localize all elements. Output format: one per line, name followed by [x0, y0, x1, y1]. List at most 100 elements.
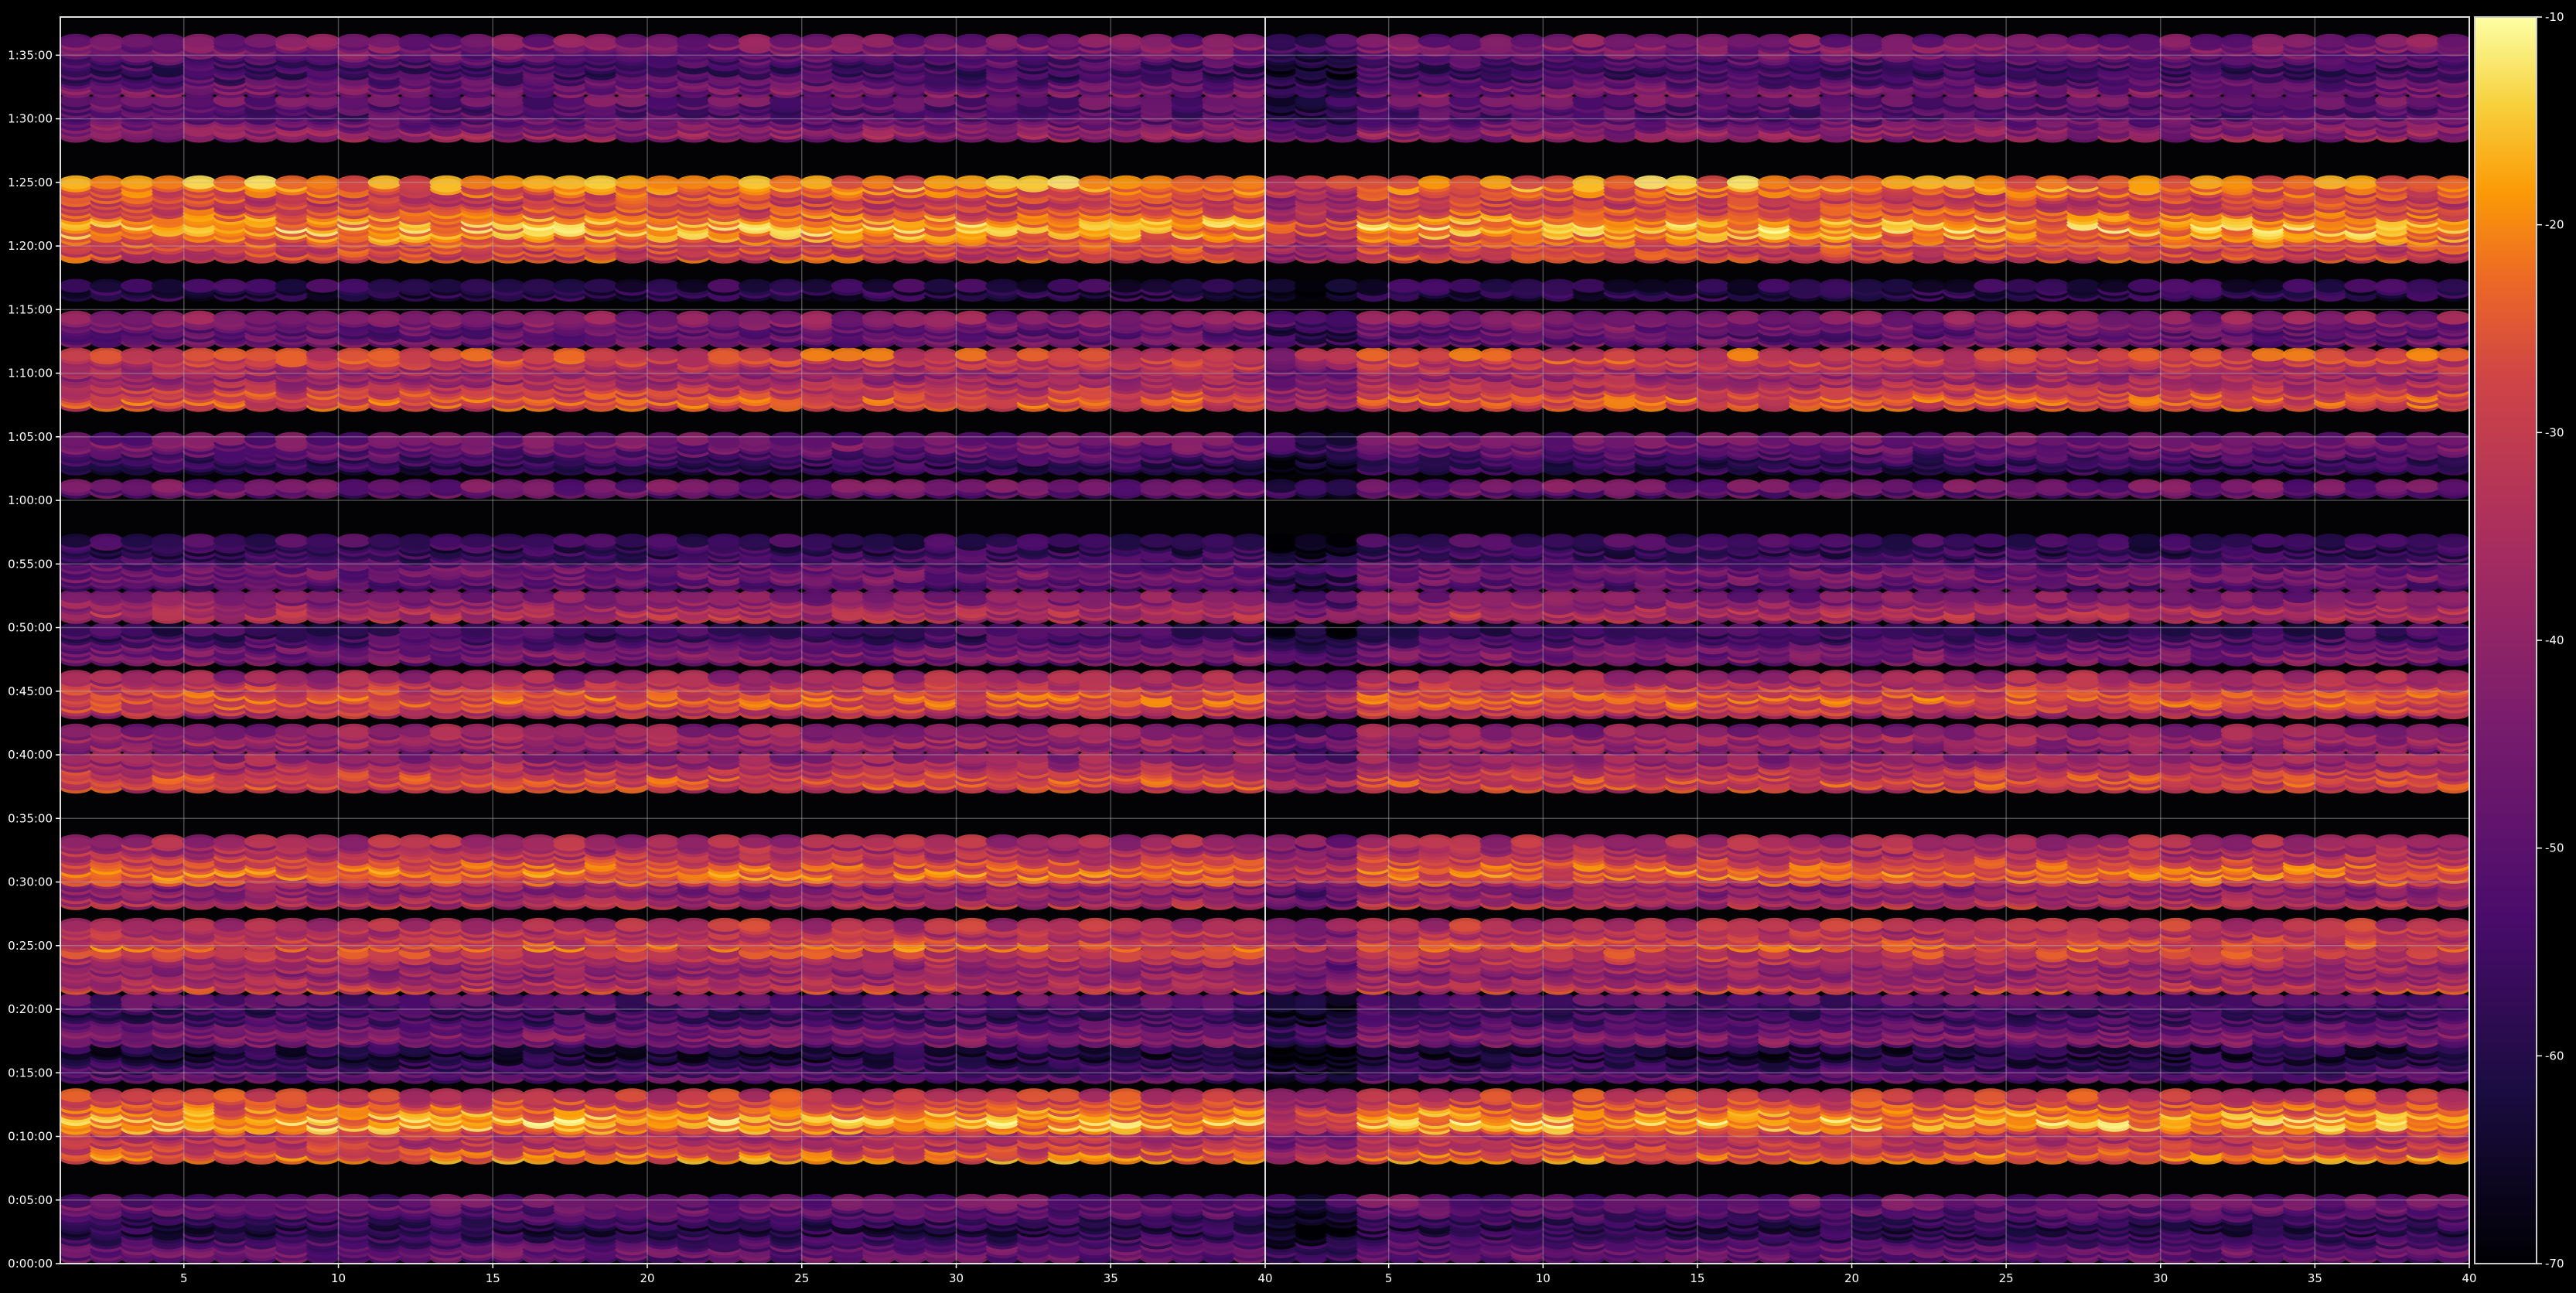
heatmap-cell	[553, 834, 588, 848]
heatmap-cell	[892, 917, 927, 932]
heatmap-cell	[800, 1088, 834, 1103]
heatmap-cell	[923, 917, 958, 932]
heatmap-cell	[1078, 917, 1113, 932]
heatmap-cell	[1109, 834, 1144, 848]
heatmap-cell	[275, 917, 309, 932]
heatmap-cell	[89, 1088, 124, 1103]
heatmap-cell	[676, 1193, 711, 1208]
heatmap-cell	[676, 834, 711, 848]
heatmap-cell	[862, 917, 896, 932]
heatmap-cell	[429, 834, 464, 848]
heatmap-cell	[460, 917, 495, 932]
heatmap-cell	[275, 1088, 309, 1103]
heatmap-cell	[1202, 834, 1237, 848]
heatmap-cell	[244, 1088, 278, 1103]
heatmap-cell	[120, 917, 155, 932]
heatmap-cell	[89, 917, 124, 932]
heatmap-cell	[985, 834, 1020, 848]
heatmap-cell	[738, 917, 773, 932]
heatmap-cell	[182, 834, 217, 848]
heatmap-cell	[275, 1193, 309, 1208]
heatmap-cell	[584, 1193, 619, 1208]
heatmap-cell	[646, 834, 680, 848]
heatmap-cell	[615, 834, 650, 848]
heatmap-cell	[1016, 1088, 1051, 1103]
heatmap-cell	[892, 1193, 927, 1208]
heatmap-cell	[1047, 917, 1082, 932]
heatmap-cell	[1233, 1193, 1265, 1208]
heatmap-cell	[1016, 917, 1051, 932]
heatmap-cell	[491, 1088, 526, 1103]
heatmap-cell	[120, 834, 155, 848]
heatmap-cell	[491, 917, 526, 932]
heatmap-cell	[954, 1088, 989, 1103]
heatmap-cell	[584, 917, 619, 932]
heatmap-cell	[738, 1193, 773, 1208]
heatmap-cell	[522, 1088, 557, 1103]
heatmap-cell	[398, 1193, 433, 1208]
heatmap-cell	[213, 917, 247, 932]
heatmap-cell	[831, 917, 865, 932]
heatmap-cell	[367, 1088, 402, 1103]
heatmap-cell	[584, 834, 619, 848]
heatmap-cell	[769, 1088, 804, 1103]
heatmap-cell	[367, 917, 402, 932]
heatmap-cell	[676, 1088, 711, 1103]
heatmap-cell	[646, 1193, 680, 1208]
heatmap-cell	[151, 1193, 186, 1208]
heatmap-cell	[460, 834, 495, 848]
heatmap-cell	[182, 1193, 217, 1208]
heatmap-panels: 5 10 15 20 25 30 35 40 5 10 15 20 25 30 35 40	[60, 16, 2477, 1285]
heatmap-cell	[1078, 1088, 1113, 1103]
heatmap-cell	[1047, 1193, 1082, 1208]
heatmap-cell	[769, 1193, 804, 1208]
heatmap-cell	[213, 1193, 247, 1208]
heatmap-cell	[305, 917, 340, 932]
heatmap-cell	[1202, 917, 1237, 932]
heatmap-cell	[1078, 834, 1113, 848]
heatmap-cell	[892, 834, 927, 848]
heatmap-cell	[491, 1193, 526, 1208]
heatmap-cell	[862, 834, 896, 848]
heatmap-cell	[676, 917, 711, 932]
heatmap-cell	[923, 1193, 958, 1208]
heatmap-cell	[151, 834, 186, 848]
heatmap-cell	[831, 834, 865, 848]
heatmap-cell	[305, 834, 340, 848]
heatmap-cell	[1109, 1088, 1144, 1103]
heatmap-cell	[862, 1193, 896, 1208]
heatmap-cell	[615, 1088, 650, 1103]
heatmap-cell	[1140, 917, 1175, 932]
heatmap-cell	[367, 834, 402, 848]
heatmap-cell	[892, 1088, 927, 1103]
heatmap-cell	[800, 1193, 834, 1208]
heatmap-cell	[244, 1193, 278, 1208]
heatmap-cell	[1233, 834, 1265, 848]
heatmap-cell	[954, 834, 989, 848]
heatmap-cell	[244, 834, 278, 848]
heatmap-cell	[1078, 1193, 1113, 1208]
heatmap-cell	[800, 917, 834, 932]
heatmap-cell	[831, 1193, 865, 1208]
heatmap-cell	[954, 917, 989, 932]
heatmap-cell	[1171, 834, 1206, 848]
heatmap-cell	[213, 834, 247, 848]
heatmap-cell	[738, 834, 773, 848]
heatmap-cell	[120, 1193, 155, 1208]
heatmap-cell	[707, 917, 742, 932]
heatmap-cell	[646, 917, 680, 932]
heatmap-cell	[800, 834, 834, 848]
heatmap-cell	[707, 1193, 742, 1208]
heatmap-cell	[1171, 917, 1206, 932]
heatmap-cell	[707, 834, 742, 848]
heatmap-cell	[1140, 1193, 1175, 1208]
heatmap-cell	[769, 834, 804, 848]
heatmap-cell	[954, 1193, 989, 1208]
heatmap-cell	[398, 917, 433, 932]
heatmap-cell	[584, 1088, 619, 1103]
heatmap-cell	[60, 917, 93, 932]
heatmap-cell	[1109, 1193, 1144, 1208]
panel-left-cells	[60, 33, 1265, 1264]
heatmap-cell	[738, 1088, 773, 1103]
heatmap-cell	[1140, 834, 1175, 848]
